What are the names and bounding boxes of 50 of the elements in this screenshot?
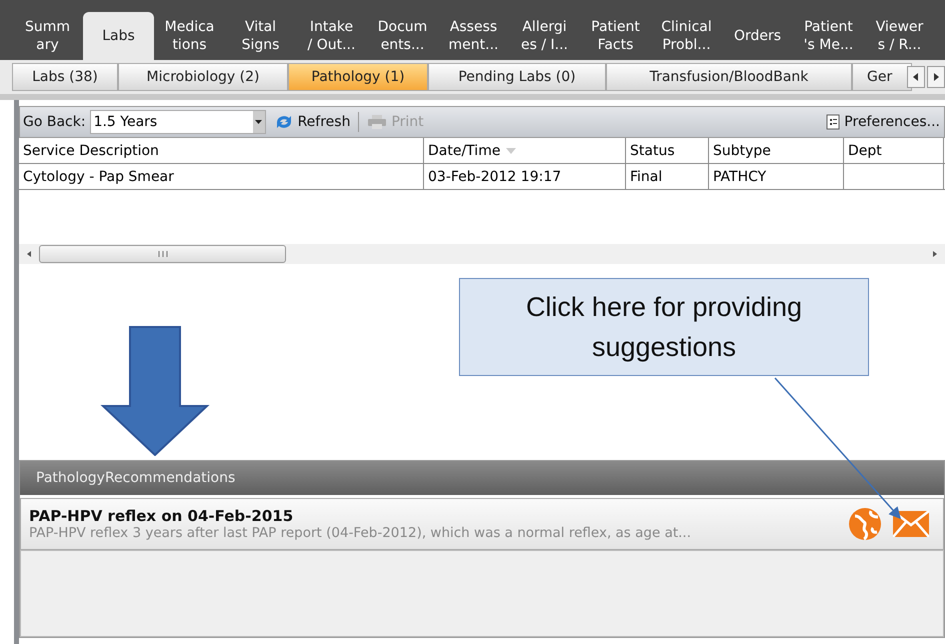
- main-tab[interactable]: Allergi es / I...: [509, 12, 580, 60]
- table-cell: Cytology - Pap Smear: [19, 164, 424, 189]
- scroll-right-icon: [931, 250, 939, 258]
- callout-text: Click here for providing suggestions: [524, 291, 804, 364]
- main-tab[interactable]: Docum ents...: [367, 12, 438, 60]
- go-back-dropdown[interactable]: 1.5 Years: [90, 110, 266, 134]
- main-tab[interactable]: Labs: [83, 12, 154, 60]
- main-tab[interactable]: Vital Signs: [225, 12, 296, 60]
- table-cell: Final: [626, 164, 709, 189]
- recommendations-header: PathologyRecommendations: [20, 461, 944, 495]
- column-header[interactable]: Dept: [844, 138, 944, 163]
- refresh-button[interactable]: Refresh: [270, 113, 354, 131]
- table-cell: 03-Feb-2012 19:17: [424, 164, 626, 189]
- sub-tab[interactable]: Ger: [852, 63, 912, 91]
- main-tab[interactable]: Viewer s / R...: [864, 12, 935, 60]
- main-tab[interactable]: Clinical Probl...: [651, 12, 722, 60]
- recommendation-title: PAP-HPV reflex on 04-Feb-2015: [29, 507, 294, 525]
- scroll-right-button[interactable]: [927, 66, 945, 88]
- list-document-icon: [826, 114, 840, 130]
- main-tab[interactable]: Orders: [722, 12, 793, 60]
- table-cell: PATHCY: [709, 164, 844, 189]
- main-tab[interactable]: Summ ary: [12, 12, 83, 60]
- left-arrow-icon: [913, 73, 919, 81]
- sub-tab[interactable]: Pathology (1): [288, 63, 428, 91]
- recommendation-card[interactable]: PAP-HPV reflex on 04-Feb-2015 PAP-HPV reflex 3 years after last PAP report (04-Feb-2012), which was a normal reflex, as age at...: [20, 498, 944, 550]
- column-header[interactable]: Date/Time: [424, 138, 626, 163]
- column-header[interactable]: Subtype: [709, 138, 844, 163]
- go-back-label: Go Back:: [23, 114, 86, 130]
- dropdown-caret-icon: [255, 120, 262, 124]
- scroll-left-button[interactable]: [907, 66, 925, 88]
- column-header[interactable]: Status: [626, 138, 709, 163]
- main-tab[interactable]: Intake / Out...: [296, 12, 367, 60]
- sub-tab[interactable]: Pending Labs (0): [428, 63, 606, 91]
- envelope-icon[interactable]: [893, 511, 929, 537]
- printer-icon: [367, 114, 388, 130]
- preferences-button[interactable]: Preferences...: [822, 114, 944, 130]
- scroll-left-icon: [25, 250, 33, 258]
- main-tab[interactable]: Medica tions: [154, 12, 225, 60]
- column-header[interactable]: Service Description: [19, 138, 424, 163]
- horizontal-scrollbar[interactable]: [19, 244, 945, 264]
- sub-tab[interactable]: Labs (38): [12, 63, 118, 91]
- globe-icon[interactable]: [847, 506, 883, 542]
- sub-tab[interactable]: Microbiology (2): [118, 63, 288, 91]
- right-arrow-icon: [933, 73, 939, 81]
- main-tab[interactable]: Patient 's Me...: [793, 12, 864, 60]
- main-tab[interactable]: Assess ment...: [438, 12, 509, 60]
- sub-tab[interactable]: Transfusion/BloodBank: [606, 63, 852, 91]
- scrollbar-thumb[interactable]: [39, 245, 286, 263]
- recommendation-description: PAP-HPV reflex 3 years after last PAP report (04-Feb-2012), which was a normal reflex, as age at...: [29, 525, 692, 541]
- main-tab[interactable]: Patient Facts: [580, 12, 651, 60]
